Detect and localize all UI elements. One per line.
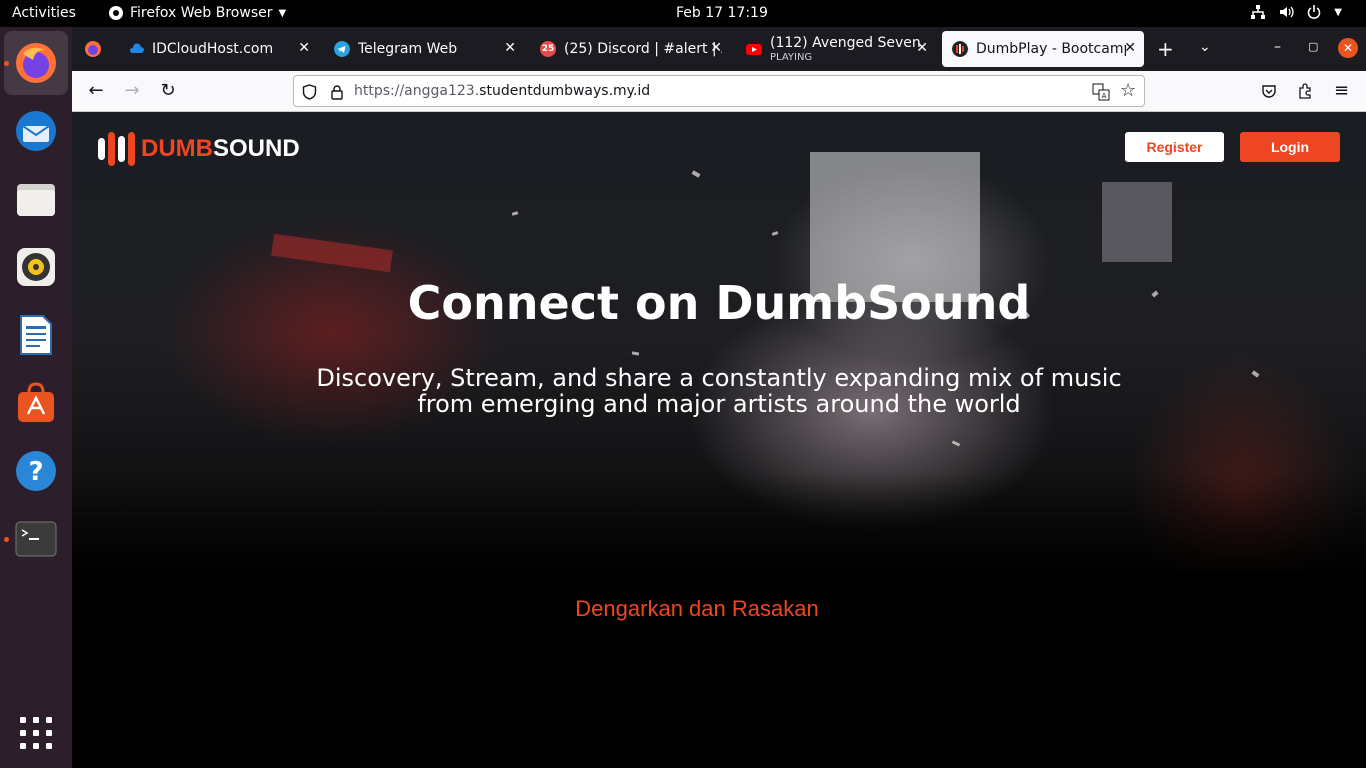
discord-icon: 25 xyxy=(540,41,556,57)
confetti xyxy=(511,211,519,216)
dock-libreoffice-writer[interactable] xyxy=(4,303,68,367)
dumbsound-icon xyxy=(952,41,968,57)
running-indicator xyxy=(4,61,9,66)
dumbsound-logo[interactable]: DUMBSOUND xyxy=(98,132,300,166)
help-icon: ? xyxy=(16,451,56,491)
tab-playing-label: PLAYING xyxy=(770,52,813,63)
brand-name: DUMBSOUND xyxy=(141,135,300,162)
writer-icon xyxy=(20,315,52,355)
dock-help[interactable]: ? xyxy=(4,439,68,503)
shield-icon[interactable] xyxy=(302,84,317,100)
translate-icon[interactable]: A xyxy=(1092,83,1110,101)
rhythmbox-icon xyxy=(17,248,55,286)
system-tray[interactable]: ▼ xyxy=(1250,4,1342,20)
power-icon xyxy=(1308,5,1321,19)
logo-bars-icon xyxy=(98,132,135,166)
crowd-shadow xyxy=(72,472,1366,570)
dock-terminal[interactable] xyxy=(4,507,68,571)
url-bar[interactable]: https://angga123.studentdumbways.my.id A… xyxy=(293,75,1145,107)
tab-title: IDCloudHost.com xyxy=(152,41,274,57)
confetti xyxy=(771,231,779,236)
tab-discord[interactable]: 25 (25) Discord | #alert | A ✕ xyxy=(530,31,730,67)
hero-section: DUMBSOUND Register Login Connect on Dumb… xyxy=(72,112,1366,570)
dock-firefox[interactable] xyxy=(4,31,68,95)
close-icon[interactable]: ✕ xyxy=(916,40,928,56)
firefox-small-icon xyxy=(109,6,123,20)
hamburger-menu-icon[interactable]: ≡ xyxy=(1334,80,1349,101)
hero-title: Connect on DumbSound xyxy=(407,276,1031,330)
tab-title: (25) Discord | #alert | A xyxy=(564,41,722,57)
cloud-icon xyxy=(129,43,144,53)
tab-idcloudhost[interactable]: IDCloudHost.com ✕ xyxy=(118,31,318,67)
gnome-top-bar: Activities Firefox Web Browser ▼ Feb 17 … xyxy=(0,0,1366,27)
web-page: DUMBSOUND Register Login Connect on Dumb… xyxy=(72,112,1366,768)
terminal-icon xyxy=(15,521,57,557)
navigation-toolbar: ← → ↻ https://angga123.studentdumbways.m… xyxy=(72,71,1366,112)
close-icon[interactable]: ✕ xyxy=(710,40,722,56)
app-menu-label: Firefox Web Browser xyxy=(130,5,273,21)
volume-icon xyxy=(1280,6,1294,18)
network-icon xyxy=(1251,5,1266,19)
show-applications-icon[interactable] xyxy=(20,717,52,749)
clock[interactable]: Feb 17 17:19 xyxy=(676,5,768,21)
new-tab-button[interactable]: + xyxy=(1157,37,1174,61)
close-icon[interactable]: ✕ xyxy=(298,40,310,56)
list-all-tabs-icon[interactable]: ⌄ xyxy=(1199,39,1211,55)
tab-telegram[interactable]: Telegram Web ✕ xyxy=(324,31,524,67)
tab-title: (112) Avenged Sevenfo xyxy=(770,35,920,51)
chevron-down-icon: ▼ xyxy=(1334,6,1342,18)
login-button[interactable]: Login xyxy=(1240,132,1340,162)
tab-title-group: (112) Avenged Sevenfo PLAYING xyxy=(770,35,920,63)
svg-text:?: ? xyxy=(28,457,43,487)
minimize-button[interactable]: – xyxy=(1274,39,1281,55)
bookmark-star-icon[interactable]: ☆ xyxy=(1120,80,1136,101)
reload-button[interactable]: ↻ xyxy=(158,81,178,101)
extensions-icon[interactable] xyxy=(1297,83,1313,99)
software-bag-icon xyxy=(18,382,54,422)
back-button[interactable]: ← xyxy=(86,81,106,101)
tab-dumbplay[interactable]: DumbPlay - Bootcamp ✕ xyxy=(942,31,1144,67)
stage-light xyxy=(271,233,393,273)
stage-screen xyxy=(1102,182,1172,262)
youtube-icon xyxy=(746,44,762,55)
dock-rhythmbox[interactable] xyxy=(4,235,68,299)
chevron-down-icon: ▼ xyxy=(278,7,287,19)
thunderbird-icon xyxy=(16,111,56,151)
confetti xyxy=(951,440,961,447)
activities-button[interactable]: Activities xyxy=(12,5,76,21)
pocket-icon[interactable] xyxy=(1261,83,1277,99)
ubuntu-dock: ? xyxy=(0,27,72,768)
confetti xyxy=(631,351,640,356)
maximize-button[interactable]: ▢ xyxy=(1308,40,1318,53)
tab-strip: IDCloudHost.com ✕ Telegram Web ✕ 25 (25)… xyxy=(72,27,1366,71)
close-window-button[interactable]: ✕ xyxy=(1338,38,1358,58)
tab-title: DumbPlay - Bootcamp xyxy=(976,41,1126,57)
dock-thunderbird[interactable] xyxy=(4,99,68,163)
app-menu[interactable]: Firefox Web Browser ▼ xyxy=(108,5,286,21)
dock-ubuntu-software[interactable] xyxy=(4,371,68,435)
confetti xyxy=(691,170,701,178)
lock-icon[interactable] xyxy=(330,84,344,100)
concert-background-image xyxy=(72,112,1366,570)
telegram-icon xyxy=(334,41,350,57)
tab-title: Telegram Web xyxy=(358,41,458,57)
section-title: Dengarkan dan Rasakan xyxy=(575,596,819,621)
tab-youtube[interactable]: (112) Avenged Sevenfo PLAYING ✕ xyxy=(736,31,936,67)
register-button[interactable]: Register xyxy=(1125,132,1224,162)
close-icon[interactable]: ✕ xyxy=(504,40,516,56)
svg-text:A: A xyxy=(1102,92,1107,100)
files-icon xyxy=(17,184,55,216)
hero-subtitle: Discovery, Stream, and share a constantl… xyxy=(316,364,1122,418)
dock-files[interactable] xyxy=(4,167,68,231)
firefox-view-icon[interactable] xyxy=(84,40,102,58)
forward-button[interactable]: → xyxy=(122,81,142,101)
close-icon[interactable]: ✕ xyxy=(1124,40,1136,56)
url-text[interactable]: https://angga123.studentdumbways.my.id xyxy=(354,83,650,99)
firefox-icon xyxy=(16,43,56,83)
confetti xyxy=(1251,370,1260,378)
running-indicator xyxy=(4,537,9,542)
